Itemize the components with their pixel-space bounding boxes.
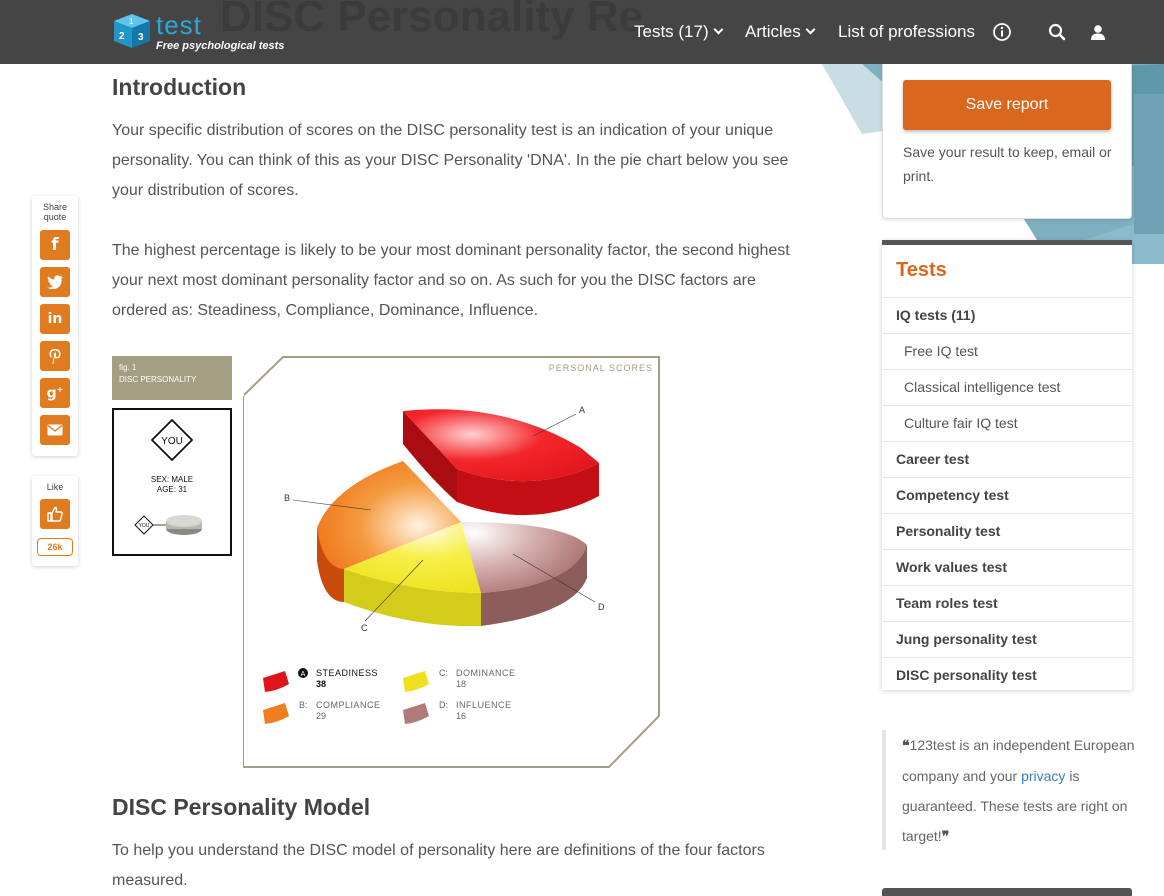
nav-list-of-professions[interactable]: List of professions bbox=[838, 0, 975, 64]
profile-card: YOU SEX: MALE AGE: 31 YOU bbox=[112, 408, 232, 556]
share-linkedin-button[interactable]: in bbox=[40, 304, 70, 334]
search-icon bbox=[1048, 23, 1066, 41]
intro-paragraph-2: The highest percentage is likely to be y… bbox=[112, 242, 790, 319]
nav-tests-label: Tests (17) bbox=[634, 22, 709, 41]
panel-title: PERSONAL SCORES bbox=[549, 363, 653, 373]
logo-digit-1: 1 bbox=[129, 17, 134, 26]
legend-d-name: INFLUENCE bbox=[456, 700, 512, 710]
twitter-icon bbox=[47, 275, 63, 289]
share-google-plus-button[interactable]: g+ bbox=[40, 378, 70, 408]
figure-number: fig. 1 bbox=[119, 363, 137, 372]
nav-tests[interactable]: Tests (17) bbox=[634, 0, 724, 64]
chevron-down-icon bbox=[713, 24, 724, 34]
legend-a-name: STEADINESS bbox=[316, 668, 378, 678]
nav-articles-label: Articles bbox=[745, 22, 801, 41]
page-title-behind-header: DISC Personality Re bbox=[220, 0, 644, 41]
like-label: Like bbox=[46, 482, 64, 492]
logo-cube-icon: 1 2 3 bbox=[114, 14, 150, 48]
tests-item-work-values[interactable]: Work values test bbox=[882, 550, 1132, 586]
tests-item-iq-tests[interactable]: IQ tests (11) bbox=[882, 298, 1132, 334]
share-panel: Share quote f in g+ bbox=[32, 196, 78, 456]
share-pinterest-button[interactable] bbox=[40, 341, 70, 371]
sex-label: SEX: MALE bbox=[151, 475, 193, 484]
legend-b-name: COMPLIANCE bbox=[316, 700, 381, 710]
top-navbar: DISC Personality Re 1 2 3 test Free psyc… bbox=[0, 0, 1164, 64]
quote-open-icon: ❝ bbox=[902, 738, 910, 754]
privacy-link[interactable]: privacy bbox=[1021, 768, 1065, 784]
like-button[interactable] bbox=[40, 499, 70, 529]
save-report-button[interactable]: Save report bbox=[903, 80, 1111, 130]
tests-item-career[interactable]: Career test bbox=[882, 442, 1132, 478]
legend-c-value: 18 bbox=[456, 679, 466, 689]
save-report-description: Save your result to keep, email or print… bbox=[903, 144, 1112, 184]
tests-item-culture-fair-iq[interactable]: Culture fair IQ test bbox=[882, 406, 1132, 442]
site-logo[interactable]: 1 2 3 test Free psychological tests bbox=[112, 10, 284, 56]
legend-a-value: 38 bbox=[316, 679, 326, 689]
logo-digit-2: 2 bbox=[119, 31, 125, 42]
search-button[interactable] bbox=[1048, 0, 1066, 64]
legend-d-value: 16 bbox=[456, 711, 466, 721]
nav-professions-label: List of professions bbox=[838, 22, 976, 41]
next-sidebar-card-edge bbox=[882, 888, 1132, 896]
user-menu-button[interactable] bbox=[1090, 0, 1111, 64]
you-label: YOU bbox=[161, 436, 183, 447]
chevron-down-icon bbox=[805, 24, 816, 34]
disc-model-heading: DISC Personality Model bbox=[112, 794, 371, 820]
tests-item-free-iq[interactable]: Free IQ test bbox=[882, 334, 1132, 370]
quote-close-icon: ❞ bbox=[941, 829, 950, 845]
facebook-icon: f bbox=[51, 235, 59, 255]
like-count-badge: 26k bbox=[37, 538, 73, 556]
slice-letter-c: C bbox=[361, 623, 368, 633]
google-plus-icon: g+ bbox=[46, 384, 64, 402]
logo-name: test bbox=[156, 10, 202, 40]
tests-item-disc-personality[interactable]: DISC personality test bbox=[882, 658, 1132, 694]
tests-item-competency[interactable]: Competency test bbox=[882, 478, 1132, 514]
legend-c-letter: C: bbox=[439, 668, 448, 678]
small-you-label: YOU bbox=[139, 523, 150, 529]
disc-pie-chart: PERSONAL SCORES A B C D A STEADINESS 38 bbox=[242, 356, 661, 768]
tests-item-classical-intelligence[interactable]: Classical intelligence test bbox=[882, 370, 1132, 406]
introduction-heading: Introduction bbox=[112, 74, 247, 100]
email-icon bbox=[47, 424, 63, 436]
share-facebook-button[interactable]: f bbox=[40, 230, 70, 260]
tests-item-jung-personality[interactable]: Jung personality test bbox=[882, 622, 1132, 658]
share-quote-label: Share quote bbox=[42, 202, 68, 222]
legend-b-letter: B: bbox=[299, 700, 308, 710]
pinterest-icon bbox=[49, 348, 61, 364]
logo-tagline: Free psychological tests bbox=[156, 40, 285, 52]
figure-title: DISC PERSONALITY bbox=[119, 375, 197, 384]
tests-item-personality[interactable]: Personality test bbox=[882, 514, 1132, 550]
legend-b-value: 29 bbox=[316, 711, 326, 721]
tests-sidebar: Tests IQ tests (11) Free IQ test Classic… bbox=[882, 240, 1132, 690]
info-menu-button[interactable] bbox=[992, 0, 1017, 64]
tests-item-team-roles[interactable]: Team roles test bbox=[882, 586, 1132, 622]
figure-tag: fig. 1 DISC PERSONALITY bbox=[112, 356, 232, 400]
like-panel: Like 26k bbox=[32, 476, 78, 566]
slice-letter-a: A bbox=[579, 405, 585, 415]
user-icon bbox=[1091, 25, 1105, 40]
linkedin-icon: in bbox=[47, 311, 63, 327]
mini-pie-icon bbox=[166, 515, 202, 527]
legend-c-name: DOMINANCE bbox=[456, 668, 516, 678]
slice-letter-d: D bbox=[598, 602, 605, 612]
thumbs-up-icon bbox=[47, 506, 63, 522]
quote-text-1: 123test is an independent European compa… bbox=[902, 737, 1135, 784]
company-quote: ❝123test is an independent European comp… bbox=[882, 730, 1152, 850]
slice-letter-b: B bbox=[284, 493, 290, 503]
legend-a-letter: A bbox=[301, 671, 306, 678]
tests-sidebar-title: Tests bbox=[882, 245, 1132, 298]
nav-articles[interactable]: Articles bbox=[745, 0, 816, 64]
save-report-card: Save report Save your result to keep, em… bbox=[882, 64, 1132, 219]
share-twitter-button[interactable] bbox=[40, 267, 70, 297]
legend-d-letter: D: bbox=[439, 700, 448, 710]
share-email-button[interactable] bbox=[40, 415, 70, 445]
disc-model-paragraph: To help you understand the DISC model of… bbox=[112, 842, 765, 889]
age-label: AGE: 31 bbox=[157, 485, 188, 494]
logo-digit-3: 3 bbox=[138, 32, 144, 43]
info-icon bbox=[993, 23, 1011, 41]
intro-paragraph-1: Your specific distribution of scores on … bbox=[112, 122, 789, 199]
